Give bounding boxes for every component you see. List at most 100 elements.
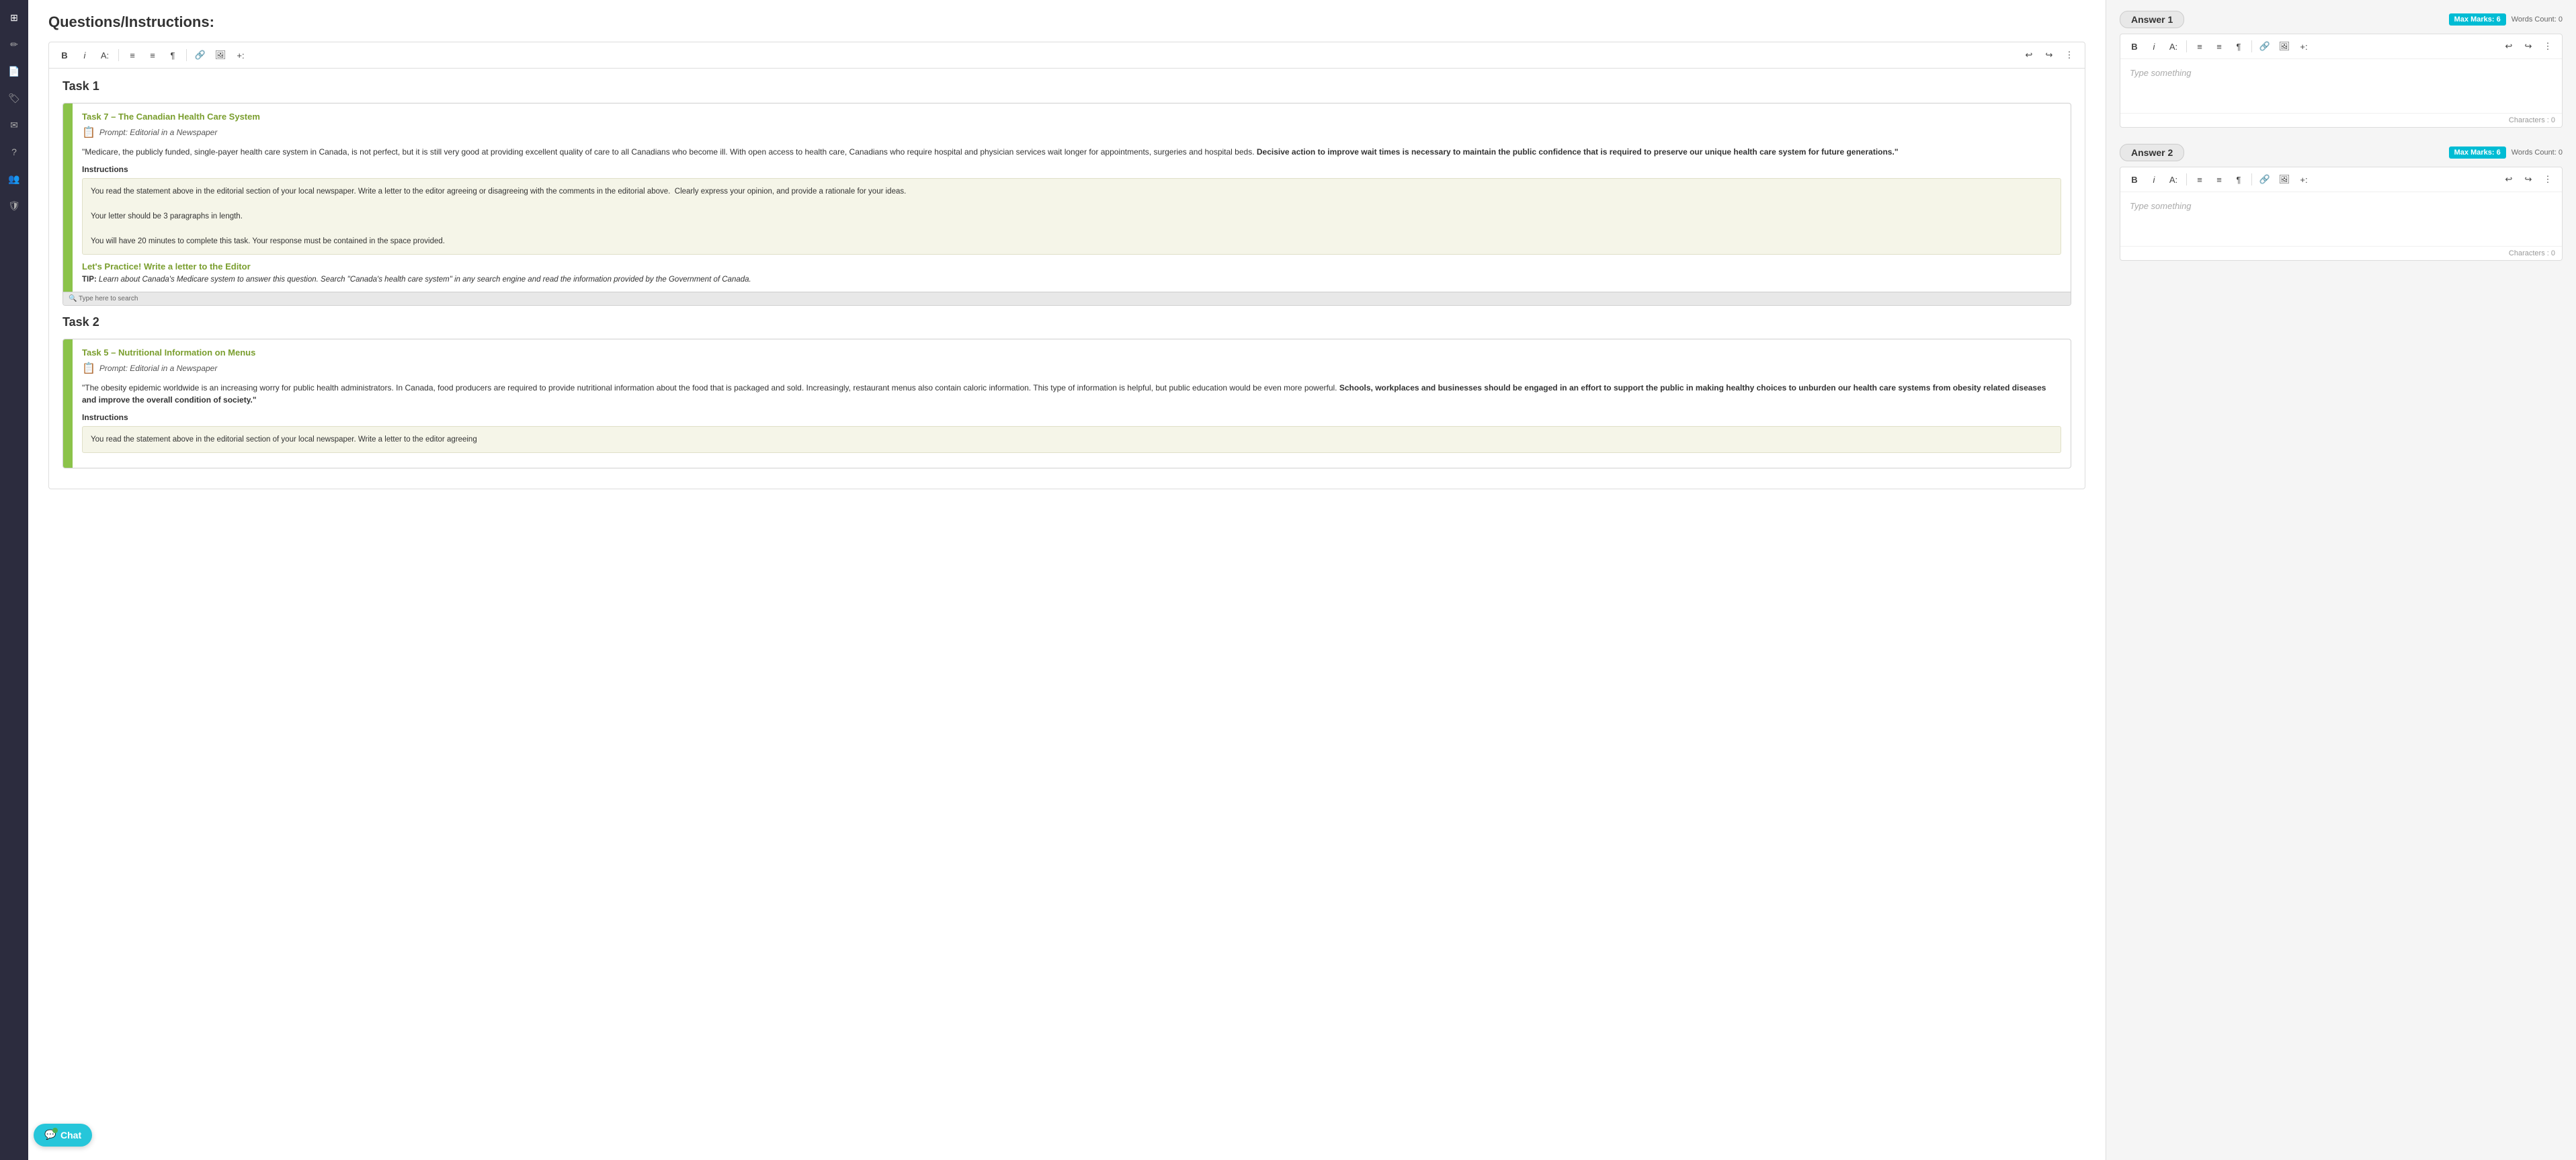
answer2-title: Answer 2 [2120,144,2184,161]
answer2-section: Answer 2 Max Marks: 6 Words Count: 0 B i [2120,144,2563,261]
chat-online-dot [52,1128,58,1133]
answer1-content[interactable]: Type something [2120,59,2562,113]
task1-title: Task 7 – The Canadian Health Care System [82,112,2061,122]
fontsize-btn[interactable]: A: [96,46,114,64]
bold-btn[interactable]: B [56,46,73,64]
task1-instruction-3: You will have 20 minutes to complete thi… [91,235,2052,247]
answer2-max-marks: Max Marks: 6 [2449,147,2506,159]
align-left-btn[interactable]: ≡ [124,46,141,64]
a1-image-btn[interactable]: 🖼 [2276,38,2293,55]
task2-instruction-1: You read the statement above in the edit… [91,433,2052,446]
task2-instructions-box: You read the statement above in the edit… [82,426,2061,453]
task2-body: Task 5 – Nutritional Information on Menu… [73,339,2071,468]
add-btn[interactable]: +: [232,46,249,64]
a1-undo-btn[interactable]: ↩ [2500,38,2518,55]
answer2-words-count: Words Count: 0 [2511,149,2563,157]
a1-redo-btn[interactable]: ↪ [2520,38,2537,55]
task1-accent [63,103,73,292]
answer1-editor: B i A: ≡ ≡ ¶ 🔗 🖼 +: ↩ ↪ ⋮ T [2120,34,2563,128]
answer2-toolbar: B i A: ≡ ≡ ¶ 🔗 🖼 +: ↩ ↪ ⋮ [2120,167,2562,192]
answer1-words-count: Words Count: 0 [2511,15,2563,24]
grid-icon[interactable]: ⊞ [3,7,25,28]
prompt-icon-1: 📋 [82,126,95,139]
a2-undo-btn[interactable]: ↩ [2500,171,2518,188]
people-icon[interactable]: 👥 [3,168,25,190]
a2-align-left-btn[interactable]: ≡ [2191,171,2208,188]
a2-paragraph-btn[interactable]: ¶ [2230,171,2247,188]
task2-instructions-label: Instructions [82,413,2061,422]
a1-add-btn[interactable]: +: [2295,38,2313,55]
chat-label: Chat [60,1130,81,1141]
answer1-toolbar: B i A: ≡ ≡ ¶ 🔗 🖼 +: ↩ ↪ ⋮ [2120,34,2562,59]
questions-toolbar: B i A: ≡ ≡ ¶ 🔗 🖼 +: ↩ ↪ ⋮ [49,42,2085,69]
shield-icon[interactable]: 🛡 [3,195,25,216]
a1-fontsize-btn[interactable]: A: [2165,38,2182,55]
answer2-placeholder: Type something [2130,201,2192,211]
questions-title: Questions/Instructions: [48,13,2085,31]
a2-align-center-btn[interactable]: ≡ [2210,171,2228,188]
prompt-text-2: Prompt: Editorial in a Newspaper [99,364,217,373]
answer1-footer: Characters : 0 [2120,113,2562,127]
align-center-btn[interactable]: ≡ [144,46,161,64]
separator-1 [118,49,119,61]
task1-body: Task 7 – The Canadian Health Care System… [73,103,2071,292]
chat-button[interactable]: 💬 Chat [34,1124,92,1147]
task1-body-text: "Medicare, the publicly funded, single-p… [82,146,2061,158]
a2-italic-btn[interactable]: i [2145,171,2163,188]
task2-heading: Task 2 [63,315,2071,329]
answer2-meta: Max Marks: 6 Words Count: 0 [2449,147,2563,159]
task1-instructions-box: You read the statement above in the edit… [82,178,2061,255]
separator-2 [186,49,187,61]
task1-heading: Task 1 [63,79,2071,93]
answer1-title: Answer 1 [2120,11,2184,28]
redo-btn[interactable]: ↪ [2040,46,2058,64]
answer1-header: Answer 1 Max Marks: 6 Words Count: 0 [2120,11,2563,28]
a1-italic-btn[interactable]: i [2145,38,2163,55]
a2-bold-btn[interactable]: B [2126,171,2143,188]
undo-btn[interactable]: ↩ [2020,46,2038,64]
answer1-placeholder: Type something [2130,68,2192,78]
document-icon[interactable]: 📄 [3,60,25,82]
link-btn[interactable]: 🔗 [192,46,209,64]
mail-icon[interactable]: ✉ [3,114,25,136]
prompt-text-1: Prompt: Editorial in a Newspaper [99,128,217,137]
a1-align-center-btn[interactable]: ≡ [2210,38,2228,55]
a1-more-btn[interactable]: ⋮ [2539,38,2557,55]
main-container: Questions/Instructions: B i A: ≡ ≡ ¶ 🔗 🖼… [28,0,2576,1160]
paragraph-btn[interactable]: ¶ [164,46,181,64]
image-btn[interactable]: 🖼 [212,46,229,64]
a1-link-btn[interactable]: 🔗 [2256,38,2274,55]
questions-editor: B i A: ≡ ≡ ¶ 🔗 🖼 +: ↩ ↪ ⋮ Task 1 [48,42,2085,489]
chat-icon-wrap: 💬 [44,1129,56,1141]
task1-tip: TIP: Learn about Canada's Medicare syste… [82,276,2061,284]
tag-icon[interactable]: 🏷 [3,87,25,109]
a2-add-btn[interactable]: +: [2295,171,2313,188]
a2-image-btn[interactable]: 🖼 [2276,171,2293,188]
task2-accent [63,339,73,468]
a1-bold-btn[interactable]: B [2126,38,2143,55]
pencil-icon[interactable]: ✏ [3,34,25,55]
a2-more-btn[interactable]: ⋮ [2539,171,2557,188]
a1-paragraph-btn[interactable]: ¶ [2230,38,2247,55]
answer2-content[interactable]: Type something [2120,192,2562,246]
question-icon[interactable]: ? [3,141,25,163]
prompt-icon-2: 📋 [82,362,95,375]
right-panel: Answer 1 Max Marks: 6 Words Count: 0 B i [2106,0,2576,1160]
more-btn[interactable]: ⋮ [2061,46,2078,64]
task1-card-inner: Task 7 – The Canadian Health Care System… [63,103,2071,292]
task2-prompt: 📋 Prompt: Editorial in a Newspaper [82,362,2061,375]
italic-btn[interactable]: i [76,46,93,64]
sidebar: ⊞ ✏ 📄 🏷 ✉ ? 👥 🛡 [0,0,28,1160]
a1-align-left-btn[interactable]: ≡ [2191,38,2208,55]
answer1-meta: Max Marks: 6 Words Count: 0 [2449,13,2563,26]
answer2-editor: B i A: ≡ ≡ ¶ 🔗 🖼 +: ↩ ↪ ⋮ T [2120,167,2563,261]
a2-redo-btn[interactable]: ↪ [2520,171,2537,188]
task1-card: Task 7 – The Canadian Health Care System… [63,103,2071,306]
a2-link-btn[interactable]: 🔗 [2256,171,2274,188]
task1-footer: 🔍 Type here to search [63,292,2071,305]
questions-content[interactable]: Task 1 Task 7 – The Canadian Health Care… [49,69,2085,489]
a2-fontsize-btn[interactable]: A: [2165,171,2182,188]
task1-practice-title: Let's Practice! Write a letter to the Ed… [82,261,2061,272]
task2-title: Task 5 – Nutritional Information on Menu… [82,347,2061,358]
task2-body-text: "The obesity epidemic worldwide is an in… [82,382,2061,406]
